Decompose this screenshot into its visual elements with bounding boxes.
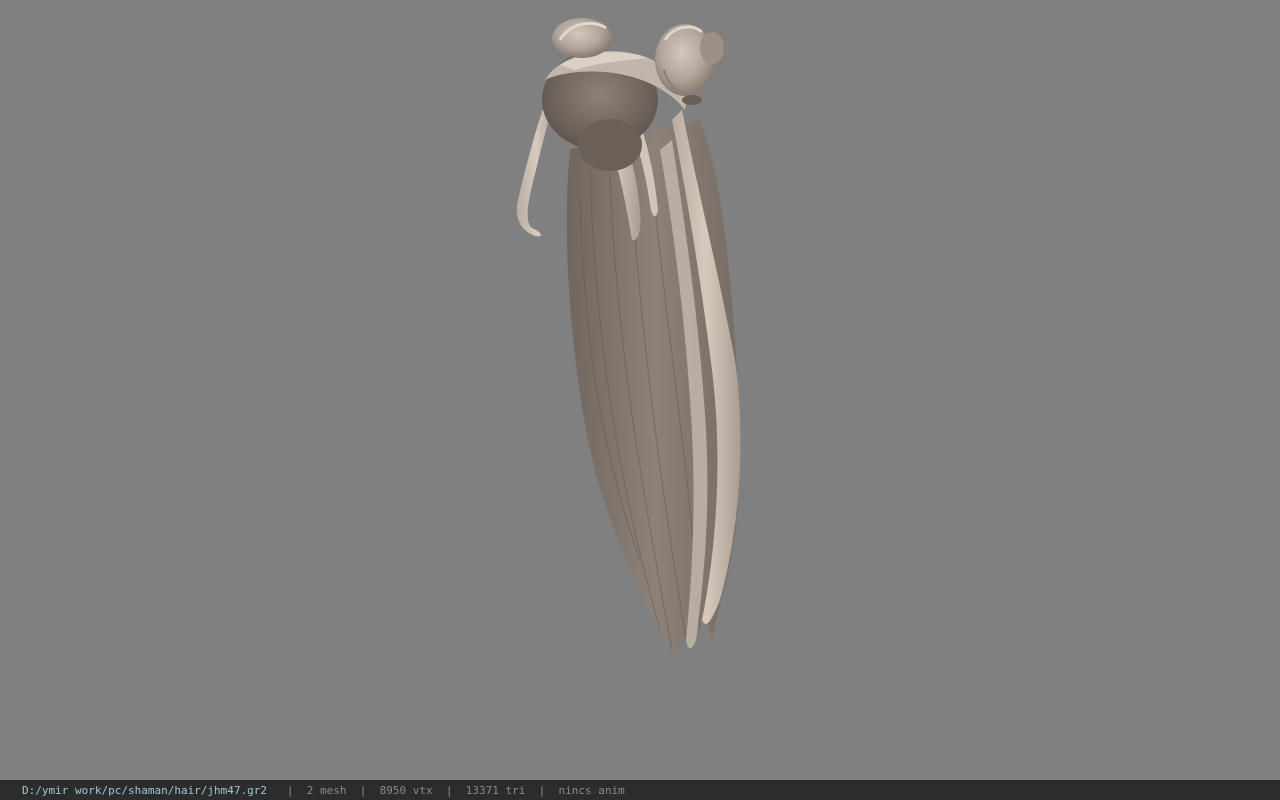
status-bar: D:/ymir work/pc/shaman/hair/jhm47.gr2 | …: [0, 780, 1280, 800]
mesh-count: 2 mesh: [306, 784, 347, 797]
hair-mesh-icon: [516, 18, 741, 660]
separator: |: [359, 784, 367, 797]
anim-status: nincs anim: [558, 784, 625, 797]
triangle-count: 13371 tri: [465, 784, 526, 797]
vertex-count: 8950 vtx: [379, 784, 433, 797]
separator: |: [286, 784, 294, 797]
file-path: D:/ymir work/pc/shaman/hair/jhm47.gr2: [22, 784, 268, 797]
separator: |: [445, 784, 453, 797]
separator: |: [538, 784, 546, 797]
3d-viewport[interactable]: [0, 0, 1280, 780]
